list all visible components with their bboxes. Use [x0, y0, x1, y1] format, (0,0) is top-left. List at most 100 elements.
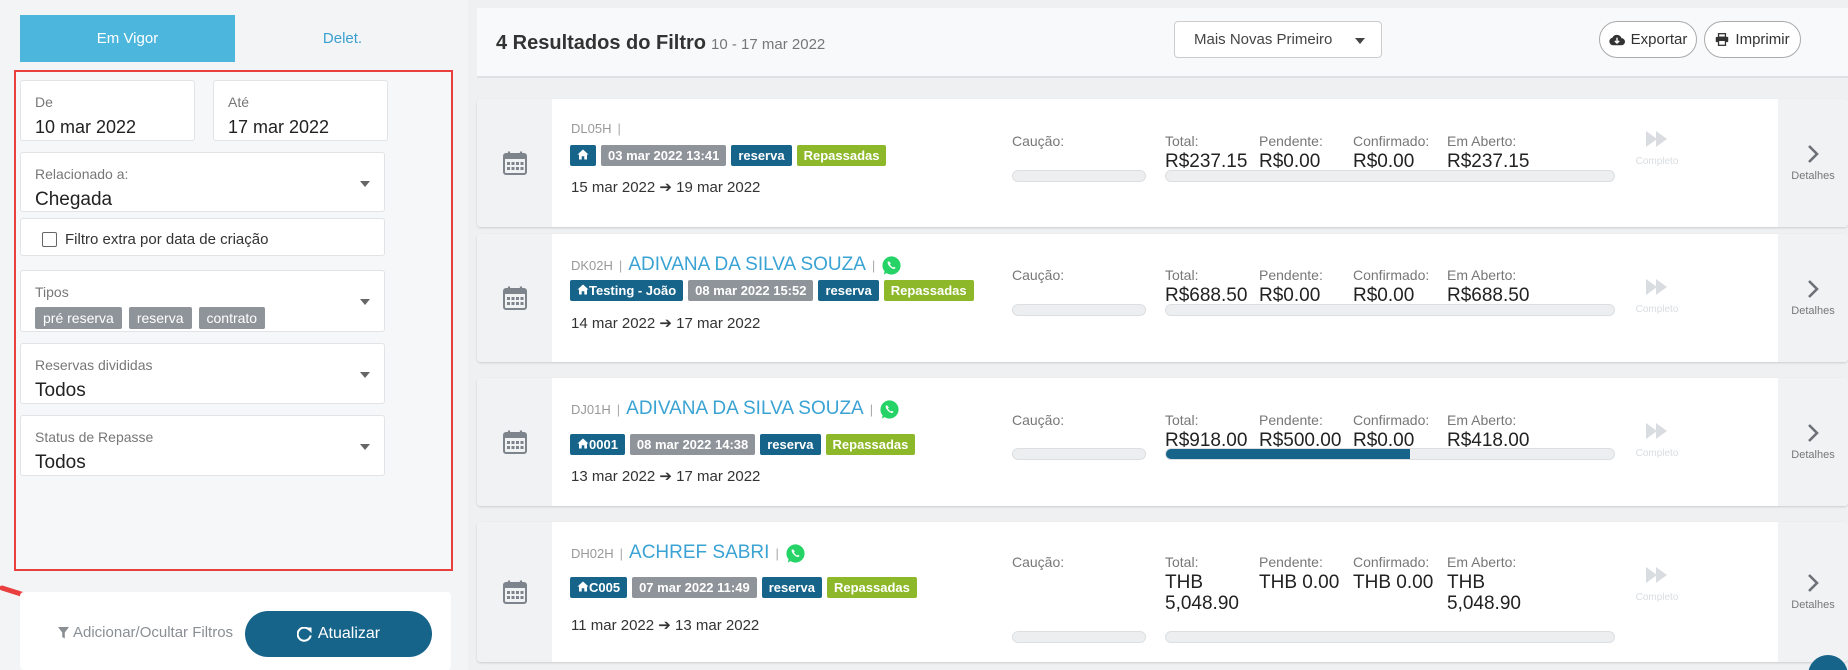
whatsapp-icon[interactable] [879, 399, 900, 420]
complete-label: Completo [1635, 304, 1679, 315]
split-reservations-select[interactable]: Reservas divididas Todos [20, 343, 385, 404]
home-icon [577, 149, 589, 160]
property-badge[interactable] [570, 145, 596, 166]
sort-select-value: Mais Novas Primeiro [1194, 31, 1333, 48]
tab-deletadas[interactable]: Delet. [235, 15, 450, 62]
add-hide-filters-label: Adicionar/Ocultar Filtros [73, 624, 234, 641]
total-amount: R$688.50 [1165, 285, 1248, 306]
pending-label: Pendente: [1259, 554, 1323, 570]
type-tag[interactable]: reserva [128, 307, 192, 329]
tab-em-vigor[interactable]: Em Vigor [20, 15, 235, 62]
checkin-date: 15 mar 2022 [571, 179, 656, 196]
repasse-status-label: Status de Repasse [35, 429, 154, 445]
sort-select[interactable]: Mais Novas Primeiro [1174, 21, 1382, 58]
guest-name-link[interactable]: ADIVANA DA SILVA SOUZA [626, 398, 864, 420]
details-button[interactable]: Detalhes [1778, 99, 1848, 227]
print-button[interactable]: Imprimir [1704, 21, 1801, 58]
confirmed-column: Confirmado: R$0.00 [1353, 267, 1429, 306]
payment-progress-bar [1165, 170, 1615, 182]
fast-forward-icon [1646, 567, 1667, 583]
property-name: C005 [589, 580, 621, 595]
calendar-icon [477, 234, 552, 362]
extra-filter-row: Filtro extra por data de criação [20, 218, 385, 256]
separator: | [616, 401, 621, 417]
open-label: Em Aberto: [1447, 554, 1517, 570]
total-label: Total: [1165, 267, 1199, 283]
printer-icon [1716, 33, 1729, 46]
complete-action[interactable]: Completo [1622, 131, 1692, 167]
reservation-code: DJ01H [571, 401, 611, 417]
chevron-down-icon [1355, 38, 1365, 44]
reservation-badges: 03 mar 2022 13:41 reserva Repassadas [570, 145, 887, 166]
checkout-date: 17 mar 2022 [676, 315, 761, 332]
total-column: Total: R$237.15 [1165, 133, 1247, 172]
checkout-date: 17 mar 2022 [676, 468, 761, 485]
total-column: Total: THB 5,048.90 [1165, 554, 1251, 614]
payment-progress-bar [1165, 304, 1615, 316]
whatsapp-icon[interactable] [881, 255, 902, 276]
open-amount: R$237.15 [1447, 151, 1530, 172]
home-icon [577, 438, 589, 449]
export-button[interactable]: Exportar [1599, 21, 1697, 58]
separator: | [617, 121, 621, 136]
calendar-icon [477, 378, 552, 506]
total-amount: R$237.15 [1165, 151, 1248, 172]
caucao-bar [1012, 304, 1146, 316]
stay-dates: 15 mar 2022 ➔ 19 mar 2022 [571, 178, 760, 196]
confirmed-amount: R$0.00 [1353, 285, 1415, 306]
property-badge[interactable]: Testing - João [570, 280, 684, 301]
reservation-header: DH02H | ACHREF SABRI | [571, 542, 806, 564]
guest-name-link[interactable]: ADIVANA DA SILVA SOUZA [628, 254, 866, 276]
checkin-date: 14 mar 2022 [571, 315, 656, 332]
created-date-badge: 07 mar 2022 11:49 [632, 577, 757, 598]
property-badge[interactable]: C005 [570, 577, 628, 598]
add-hide-filters-link[interactable]: Adicionar/Ocultar Filtros [58, 624, 233, 641]
results-date-range: 10 - 17 mar 2022 [711, 36, 826, 53]
complete-action[interactable]: Completo [1622, 423, 1692, 459]
update-button[interactable]: Atualizar [245, 611, 432, 657]
fast-forward-icon [1646, 131, 1667, 147]
guest-name-link[interactable]: ACHREF SABRI [629, 542, 769, 564]
from-date-field[interactable]: De 10 mar 2022 [20, 80, 195, 141]
open-amount: R$688.50 [1447, 285, 1530, 306]
complete-action[interactable]: Completo [1622, 279, 1692, 315]
cloud-download-icon [1608, 34, 1625, 46]
extra-filter-checkbox[interactable] [42, 232, 57, 247]
related-to-value: Chegada [35, 189, 113, 210]
pending-column: Pendente: R$0.00 [1259, 267, 1323, 306]
caucao-bar [1012, 170, 1146, 182]
pending-label: Pendente: [1259, 133, 1323, 149]
types-select[interactable]: Tipos pré reserva reserva contrato [20, 270, 385, 332]
stay-dates: 13 mar 2022 ➔ 17 mar 2022 [571, 467, 760, 485]
related-to-label: Relacionado a: [35, 166, 129, 182]
type-tag[interactable]: pré reserva [35, 307, 122, 329]
confirmed-label: Confirmado: [1353, 267, 1430, 283]
payment-progress-bar [1165, 448, 1615, 460]
property-badge[interactable]: 0001 [570, 434, 625, 455]
open-column: Em Aberto: R$688.50 [1447, 267, 1529, 306]
whatsapp-icon[interactable] [785, 543, 806, 564]
refresh-icon [296, 626, 312, 642]
caucao-label: Caução: [1012, 412, 1065, 428]
confirmed-column: Confirmado: THB 0.00 [1353, 554, 1433, 593]
total-label: Total: [1165, 412, 1199, 428]
to-date-field[interactable]: Até 17 mar 2022 [213, 80, 388, 141]
arrow-right-icon: ➔ [659, 315, 672, 332]
created-date-badge: 03 mar 2022 13:41 [601, 145, 727, 166]
reservation-badges: C005 07 mar 2022 11:49 reserva Repassada… [570, 577, 917, 598]
confirmed-label: Confirmado: [1353, 412, 1430, 428]
complete-action[interactable]: Completo [1622, 567, 1692, 603]
total-column: Total: R$918.00 [1165, 412, 1247, 451]
repasse-status-badge: Repassadas [826, 577, 917, 598]
checkin-date: 13 mar 2022 [571, 468, 656, 485]
calendar-icon [477, 522, 552, 662]
details-button[interactable]: Detalhes [1778, 234, 1848, 362]
details-button[interactable]: Detalhes [1778, 522, 1848, 662]
type-tag[interactable]: contrato [198, 307, 266, 329]
details-label: Detalhes [1791, 599, 1835, 611]
details-button[interactable]: Detalhes [1778, 378, 1848, 506]
chevron-right-icon [1808, 280, 1819, 298]
related-to-select[interactable]: Relacionado a: Chegada [20, 152, 385, 212]
created-date-badge: 08 mar 2022 15:52 [688, 280, 814, 301]
repasse-status-select[interactable]: Status de Repasse Todos [20, 415, 385, 476]
